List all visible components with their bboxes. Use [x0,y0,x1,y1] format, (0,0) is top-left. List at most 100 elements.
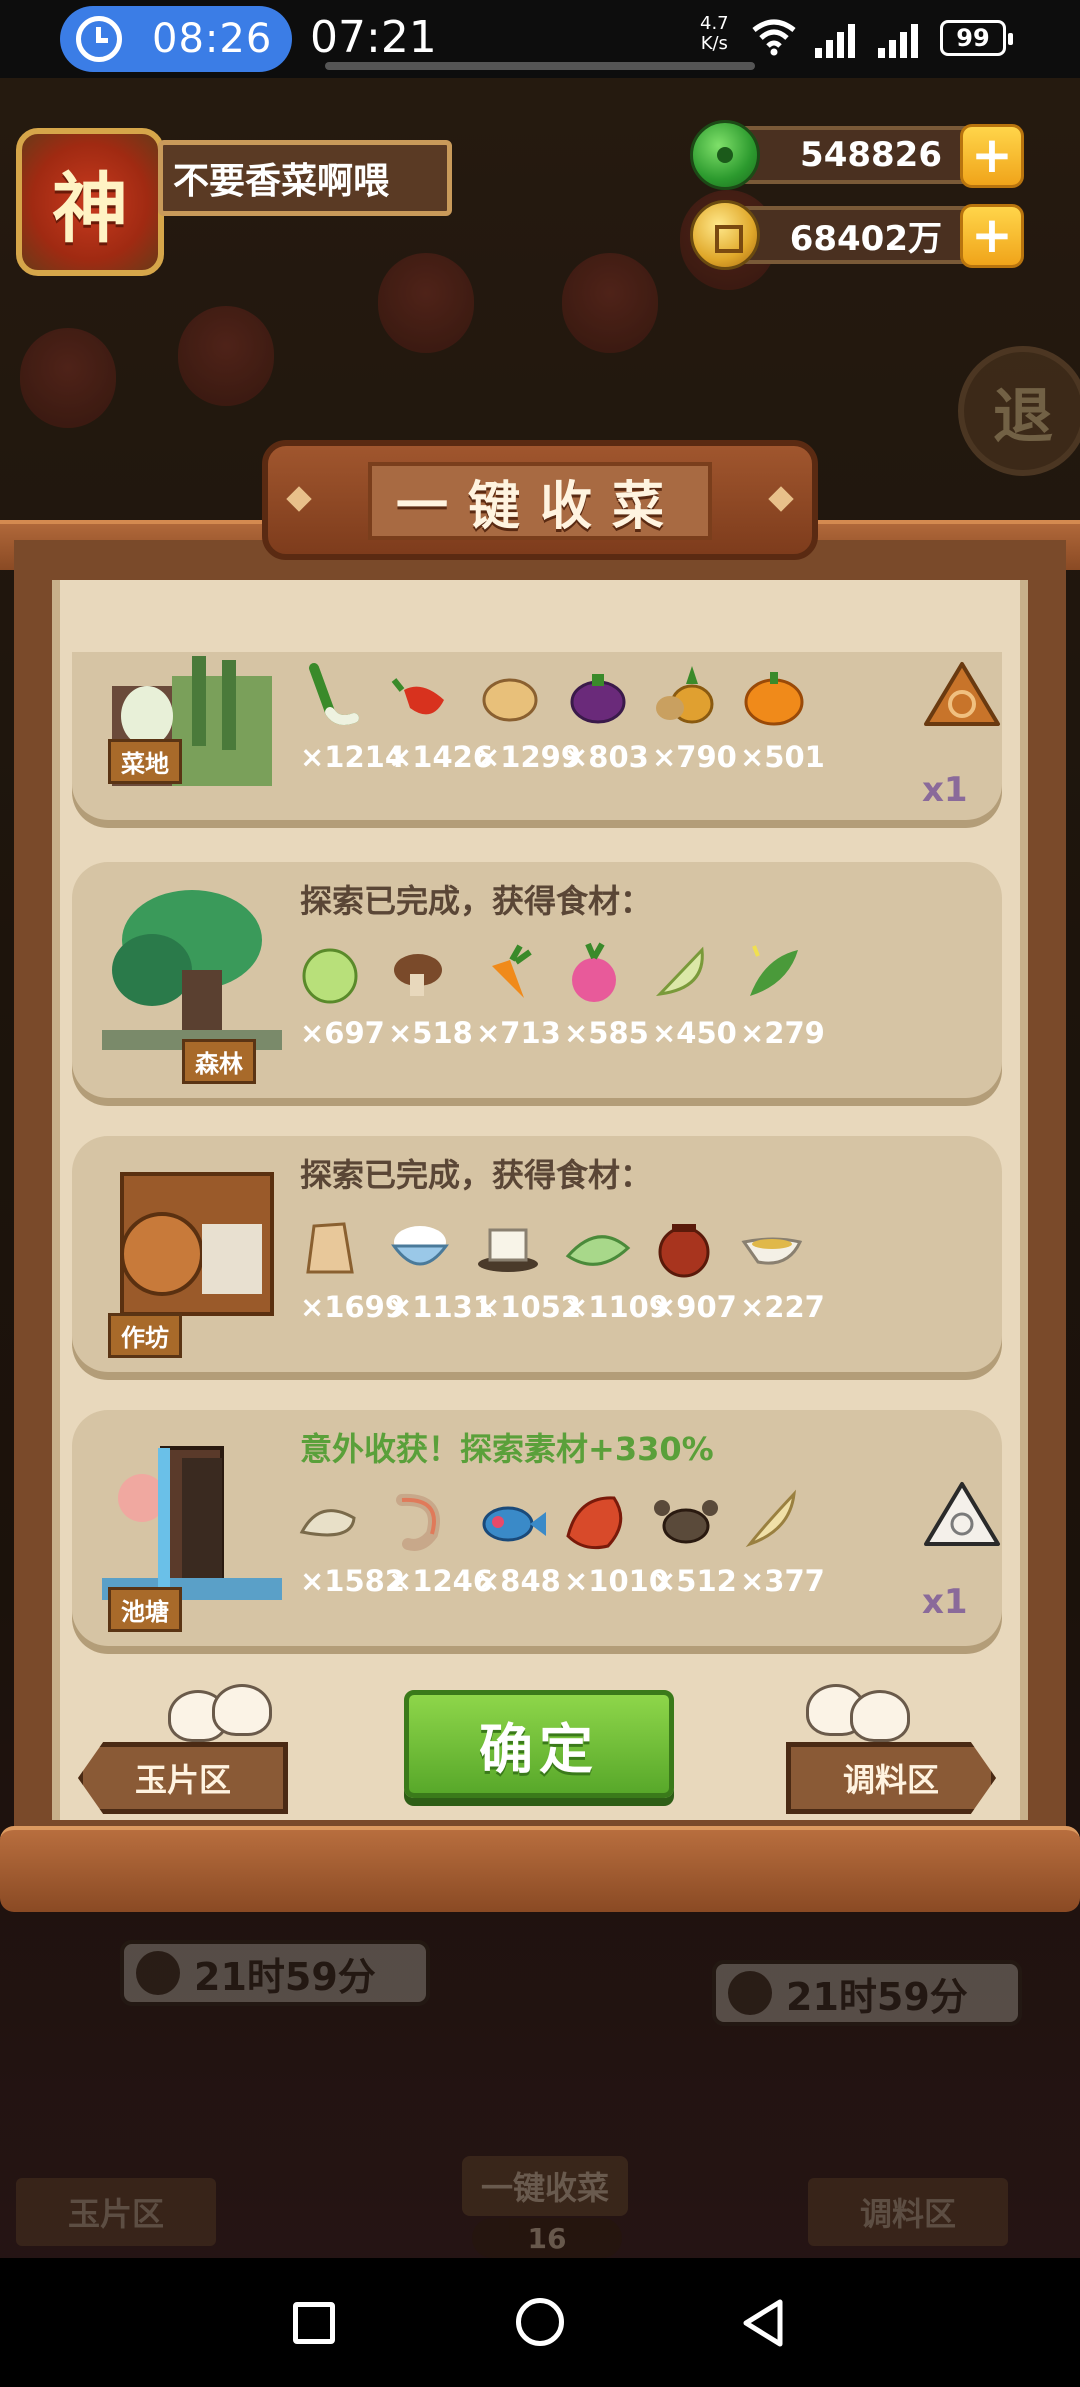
field-counts: ×1214 ×1426 ×1299 ×803 ×790 ×501 [300,740,860,774]
pineapple-icon [656,666,714,724]
battery-level: 99 [956,24,990,52]
mushroom-icon [394,954,442,996]
workshop-tag: 作坊 [108,1313,182,1358]
crab-icon [654,1500,718,1544]
pumpkin-icon [744,672,804,726]
clam-icon [299,1509,356,1537]
chili-pepper-icon [391,678,444,715]
white-triangle-token-icon [924,1482,1000,1546]
chick-decoration [850,1690,910,1742]
item-count: ×585 [564,1016,649,1050]
cabbage-icon [302,948,358,1004]
dialog-title: 一键收菜 [368,462,712,540]
home-button[interactable] [516,2298,564,2346]
item-count: ×501 [740,740,825,774]
item-count: ×450 [652,1016,737,1050]
item-count: ×1426 [388,740,494,774]
item-count: ×907 [652,1290,737,1324]
sauce-jar-icon [658,1224,710,1278]
recent-apps-button[interactable] [293,2302,335,2344]
carrot-icon [492,944,532,998]
alarm-time: 08:26 [152,16,273,62]
player-avatar[interactable]: 神 [16,128,164,276]
confirm-button[interactable]: 确定 [404,1690,674,1798]
forest-items [294,938,834,1008]
item-count: ×1131 [388,1290,494,1324]
pond-tag: 池塘 [108,1587,182,1632]
item-count: ×790 [652,740,737,774]
status-bar: 08:26 07:21 4.7 K/s 99 [0,0,1080,78]
herb-leaf-icon [750,945,798,996]
signal-icon [815,22,861,58]
item-count: ×803 [564,740,649,774]
field-items [294,660,834,730]
dialog-title-plate: 一键收菜 [262,440,818,560]
item-count: ×848 [476,1564,561,1598]
navigation-bar [0,2258,1080,2387]
fish-icon [482,1506,546,1542]
pond-icon [102,1446,282,1600]
rice-dumpling-icon [565,1235,631,1266]
pond-multiplier: x1 [922,1582,968,1622]
radish-icon [572,942,616,1002]
coin-amount: 68402万 [789,218,942,259]
jade-area-button[interactable]: 玉片区 [78,1742,288,1814]
item-count: ×279 [740,1016,825,1050]
alarm-clock-icon [76,16,122,62]
harvest-row-pond: 池塘 意外收获！探索素材+330% ×1582 ×1246 ×848 ×1010… [72,1410,1002,1646]
network-speed-unit: K/s [700,33,728,54]
field-multiplier: x1 [922,770,968,810]
chick-decoration [212,1684,272,1736]
dialog-bottom-rail [0,1826,1080,1912]
item-count: ×512 [652,1564,737,1598]
item-count: ×518 [388,1016,473,1050]
forest-counts: ×697 ×518 ×713 ×585 ×450 ×279 [300,1016,860,1050]
add-coins-button[interactable]: + [960,204,1024,268]
bamboo-shoot-icon [655,946,704,997]
item-count: ×1109 [564,1290,670,1324]
player-name-plate[interactable]: 不要香菜啊喂 [158,140,452,216]
pond-bonus-message: 意外收获！探索素材+330% [300,1430,714,1468]
avatar-glyph: 神 [52,164,128,253]
battery-icon: 99 [940,20,1013,56]
eggplant-icon [570,674,626,724]
item-count: ×1052 [476,1290,582,1324]
forest-tag: 森林 [182,1039,256,1084]
pond-counts: ×1582 ×1246 ×848 ×1010 ×512 ×377 [300,1564,860,1598]
flour-sack-icon [306,1222,354,1274]
notch-bar [325,62,755,70]
jade-amount: 548826 [800,135,942,175]
item-count: ×227 [740,1290,825,1324]
item-count: ×697 [300,1016,385,1050]
wifi-icon [752,19,796,56]
clock-time: 07:21 [310,12,437,63]
item-count: ×377 [740,1564,825,1598]
workshop-items [294,1212,834,1282]
orange-triangle-token-icon [924,662,1000,726]
potato-icon [482,678,538,722]
harvest-row-field: 菜地 ×1214 ×1426 ×1299 ×803 ×790 ×501 x1 [72,652,1002,820]
tofu-icon [478,1228,538,1272]
back-button[interactable] [740,2298,788,2348]
network-speed: 4.7 K/s [700,14,729,54]
harvest-row-forest: 森林 探索已完成，获得食材： ×697 ×518 ×713 ×585 ×450 … [72,862,1002,1098]
signal-icon-2 [878,22,924,58]
alarm-indicator[interactable]: 08:26 [60,6,292,72]
item-count: ×1246 [388,1564,494,1598]
scallion-icon [309,663,359,725]
item-count: ×1699 [300,1290,406,1324]
item-count: ×1299 [476,740,582,774]
forest-message: 探索已完成，获得食材： [300,882,653,920]
player-name: 不要香菜啊喂 [173,161,390,202]
harvest-row-workshop: 作坊 探索已完成，获得食材： ×1699 ×1131 ×1052 ×1109 ×… [72,1136,1002,1372]
item-count: ×1010 [564,1564,670,1598]
workshop-counts: ×1699 ×1131 ×1052 ×1109 ×907 ×227 [300,1290,860,1324]
fish-fin-icon [745,1489,796,1548]
seasoning-area-button[interactable]: 调料区 [786,1742,996,1814]
add-jade-button[interactable]: + [960,124,1024,188]
gravy-boat-icon [741,1237,803,1265]
network-speed-value: 4.7 [700,13,729,34]
forest-icon [102,890,282,1050]
item-count: ×713 [476,1016,561,1050]
workshop-message: 探索已完成，获得食材： [300,1156,653,1194]
